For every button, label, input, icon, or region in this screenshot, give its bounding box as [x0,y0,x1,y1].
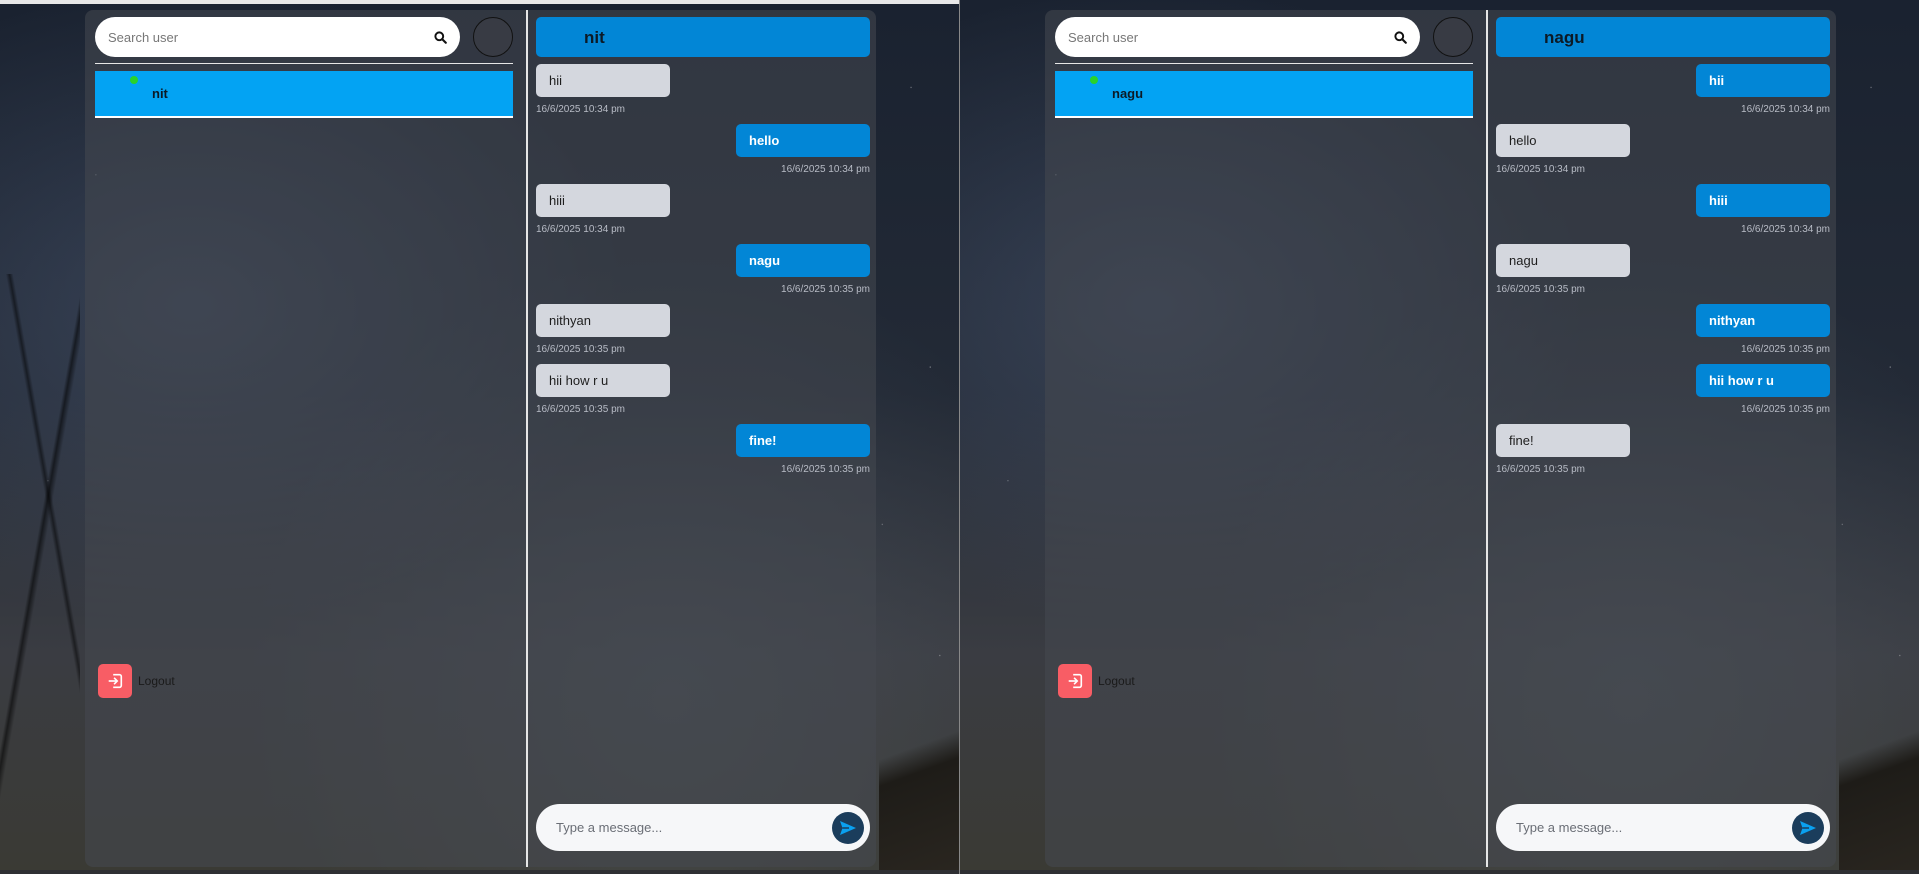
profile-avatar-button[interactable] [1433,17,1473,57]
message-bubble: hii how r u [1696,364,1830,397]
message-composer [1496,804,1830,851]
message-outgoing: fine! 16/6/2025 10:35 pm [536,424,870,475]
chat-window-right: nagu Logout nagu hii [960,0,1919,874]
chat-header: nit [536,17,870,57]
message-bubble: nagu [736,244,870,277]
search-bar [1055,17,1420,57]
message-timestamp: 16/6/2025 10:35 pm [1496,464,1585,475]
message-bubble: hiii [536,184,670,217]
message-timestamp: 16/6/2025 10:35 pm [1496,284,1585,295]
message-timestamp: 16/6/2025 10:34 pm [536,104,625,115]
message-bubble: fine! [736,424,870,457]
message-timestamp: 16/6/2025 10:35 pm [781,464,870,475]
user-list-item[interactable]: nagu [1055,71,1473,118]
search-input[interactable] [95,17,415,57]
chat-title: nit [584,28,605,47]
message-timestamp: 16/6/2025 10:34 pm [1496,164,1585,175]
user-list-item[interactable]: nit [95,71,513,118]
message-timestamp: 16/6/2025 10:34 pm [1741,224,1830,235]
background-tree [0,274,80,874]
background-rocks [1839,724,1919,874]
logout-icon [98,664,132,698]
message-incoming: hiii 16/6/2025 10:34 pm [536,184,870,235]
logout-button[interactable]: Logout [1058,664,1135,698]
message-incoming: hii 16/6/2025 10:34 pm [536,64,870,115]
message-timestamp: 16/6/2025 10:34 pm [1741,104,1830,115]
online-status-dot [1090,76,1098,84]
search-input[interactable] [1055,17,1375,57]
chat-app: nagu Logout nagu hii [1045,10,1836,867]
user-name: nit [152,86,168,101]
logout-label: Logout [1098,674,1135,688]
logout-icon [1058,664,1092,698]
search-icon[interactable] [1390,27,1410,47]
message-outgoing: hii 16/6/2025 10:34 pm [1496,64,1830,115]
sidebar: nit Logout [85,10,526,867]
background-rocks [879,724,959,874]
message-input[interactable] [1496,804,1776,851]
message-composer [536,804,870,851]
message-outgoing: nithyan 16/6/2025 10:35 pm [1496,304,1830,355]
message-timestamp: 16/6/2025 10:34 pm [781,164,870,175]
message-timestamp: 16/6/2025 10:35 pm [1741,404,1830,415]
logout-button[interactable]: Logout [98,664,175,698]
window-top-edge [0,0,959,4]
message-incoming: nagu 16/6/2025 10:35 pm [1496,244,1830,295]
search-bar [95,17,460,57]
message-outgoing: hii how r u 16/6/2025 10:35 pm [1496,364,1830,415]
window-split-divider [959,0,960,874]
logout-label: Logout [138,674,175,688]
user-name: nagu [1112,86,1144,101]
chat-title: nagu [1544,28,1585,47]
message-bubble: hello [1496,124,1630,157]
message-input[interactable] [536,804,816,851]
message-bubble: hii how r u [536,364,670,397]
sidebar: nagu Logout [1045,10,1486,867]
message-bubble: nithyan [1696,304,1830,337]
message-timestamp: 16/6/2025 10:34 pm [536,224,625,235]
message-outgoing: hiii 16/6/2025 10:34 pm [1496,184,1830,235]
window-bottom-edge [960,870,1919,874]
message-incoming: hii how r u 16/6/2025 10:35 pm [536,364,870,415]
message-timestamp: 16/6/2025 10:35 pm [1741,344,1830,355]
chat-window-left: nit Logout nit hii [0,0,959,874]
sidebar-divider [1055,63,1473,64]
sidebar-divider [95,63,513,64]
message-bubble: hello [736,124,870,157]
message-timestamp: 16/6/2025 10:35 pm [781,284,870,295]
message-bubble: hii [536,64,670,97]
message-bubble: hiii [1696,184,1830,217]
chat-header: nagu [1496,17,1830,57]
online-status-dot [130,76,138,84]
send-icon[interactable] [832,812,864,844]
message-incoming: nithyan 16/6/2025 10:35 pm [536,304,870,355]
message-timestamp: 16/6/2025 10:35 pm [536,404,625,415]
chat-panel: nit hii 16/6/2025 10:34 pm hello 16/6/20… [528,10,876,867]
message-outgoing: hello 16/6/2025 10:34 pm [536,124,870,175]
search-icon[interactable] [430,27,450,47]
message-bubble: hii [1696,64,1830,97]
message-bubble: nithyan [536,304,670,337]
send-icon[interactable] [1792,812,1824,844]
message-bubble: nagu [1496,244,1630,277]
chat-panel: nagu hii 16/6/2025 10:34 pm hello 16/6/2… [1488,10,1836,867]
message-incoming: fine! 16/6/2025 10:35 pm [1496,424,1830,475]
message-outgoing: nagu 16/6/2025 10:35 pm [536,244,870,295]
profile-avatar-button[interactable] [473,17,513,57]
message-bubble: fine! [1496,424,1630,457]
chat-app: nit Logout nit hii [85,10,876,867]
message-incoming: hello 16/6/2025 10:34 pm [1496,124,1830,175]
window-bottom-edge [0,870,959,874]
message-timestamp: 16/6/2025 10:35 pm [536,344,625,355]
